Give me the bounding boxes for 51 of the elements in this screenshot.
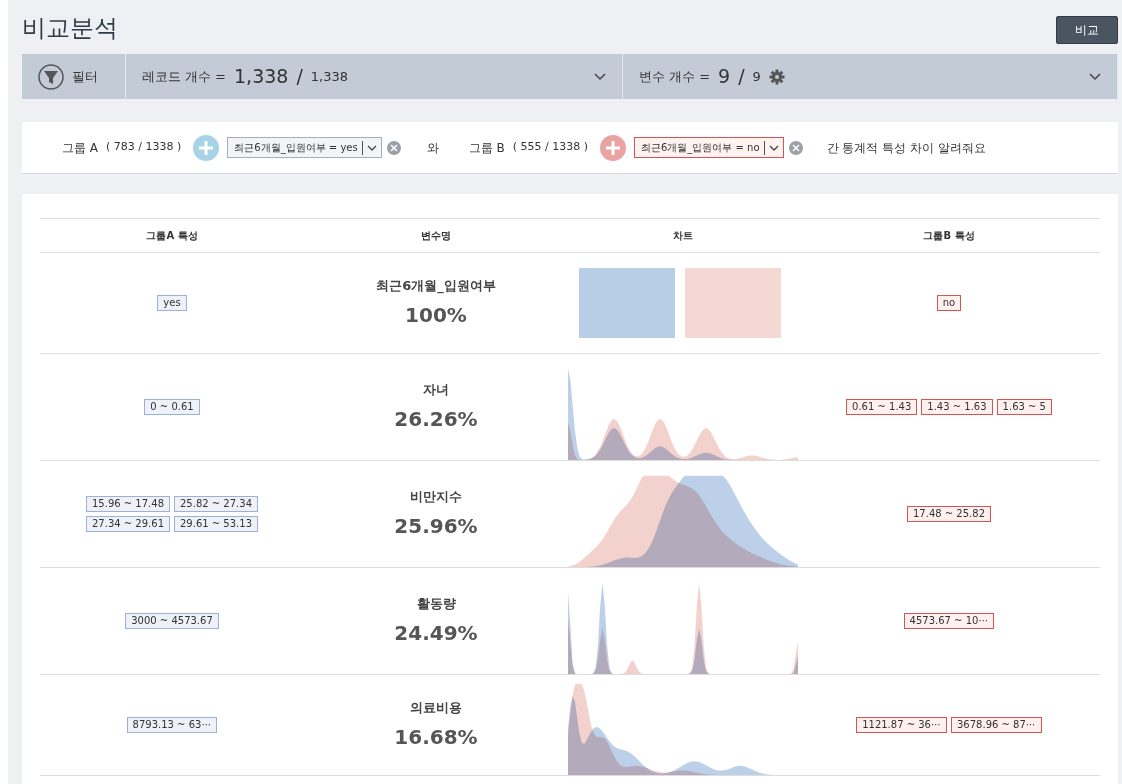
- condition-select[interactable]: 최근6개월_입원여부 = yes: [227, 137, 382, 158]
- group-label: 그룹 B: [468, 139, 505, 157]
- variable-name: 비만지수: [410, 488, 462, 507]
- range-tag: 29.61 ~ 53.13: [174, 516, 258, 532]
- variable-name: 의료비용: [410, 699, 462, 718]
- variable-name: 활동량: [416, 595, 456, 614]
- variable-name: 최근6개월_입원여부: [376, 277, 496, 296]
- range-tag: no: [936, 295, 962, 311]
- difference-percent: 16.68%: [394, 723, 478, 751]
- difference-percent: 25.96%: [394, 512, 478, 540]
- range-tag: 8793.13 ~ 63⋯: [126, 717, 218, 733]
- range-tag: 0 ~ 0.61: [144, 399, 200, 415]
- separator: /: [738, 64, 745, 90]
- range-tag: 3678.96 ~ 87⋯: [951, 717, 1042, 733]
- count-total: 1,338: [310, 67, 349, 86]
- column-header: 그룹B 특성: [798, 218, 1100, 253]
- separator: /: [296, 64, 303, 90]
- range-tag: 1121.87 ~ 36⋯: [856, 717, 947, 733]
- count-value: 1,338: [234, 64, 289, 90]
- column-header: 차트: [568, 218, 798, 253]
- variable-name: 자녀: [423, 381, 449, 400]
- range-tag: 15.96 ~ 17.48: [86, 496, 170, 512]
- range-tag: 3000 ~ 4573.67: [125, 613, 219, 629]
- filter-label: 필터: [72, 67, 98, 86]
- condition-value: 최근6개월_입원여부 = yes: [234, 141, 358, 155]
- range-tag: yes: [157, 295, 187, 311]
- column-header: 변수명: [304, 218, 568, 253]
- count-total: 9: [752, 67, 761, 86]
- condition-value: 최근6개월_입원여부 = no: [641, 141, 760, 155]
- connector-text: 와: [426, 139, 439, 157]
- range-tag: 27.34 ~ 29.61: [86, 516, 170, 532]
- range-tag: 17.48 ~ 25.82: [907, 506, 991, 522]
- range-tag: 0.61 ~ 1.43: [846, 399, 918, 415]
- page-title: 비교분석: [22, 13, 118, 43]
- range-tag: 4573.67 ~ 10⋯: [903, 613, 995, 629]
- condition-select[interactable]: 최근6개월_입원여부 = no: [634, 137, 784, 158]
- compare-button[interactable]: 비교: [1056, 16, 1118, 44]
- count-label: 레코드 개수 =: [141, 67, 227, 86]
- group-label: 그룹 A: [62, 139, 99, 157]
- group-count: ( 555 / 1338 ): [512, 139, 588, 156]
- count-value: 9: [718, 64, 731, 90]
- column-header: 그룹A 특성: [40, 218, 304, 253]
- group-count: ( 783 / 1338 ): [106, 139, 182, 156]
- count-label: 변수 개수 =: [638, 67, 711, 86]
- difference-percent: 24.49%: [394, 619, 478, 647]
- question-text: 간 통계적 특성 차이 알려줘요: [826, 139, 986, 157]
- difference-percent: 100%: [405, 301, 467, 329]
- difference-percent: 26.26%: [394, 405, 478, 433]
- range-tag: 1.43 ~ 1.63: [921, 399, 993, 415]
- range-tag: 25.82 ~ 27.34: [174, 496, 258, 512]
- range-tag: 1.63 ~ 5: [996, 399, 1052, 415]
